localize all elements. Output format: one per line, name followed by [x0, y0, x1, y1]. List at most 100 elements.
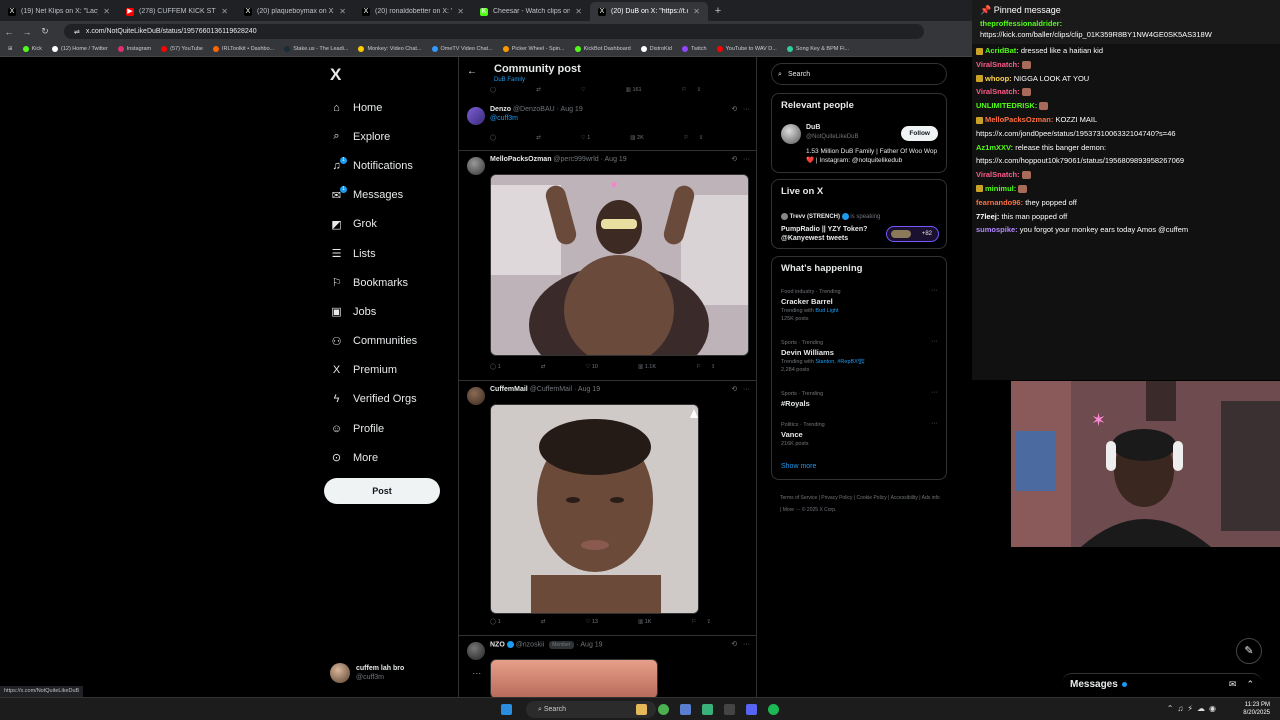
nav-item-explore[interactable]: ⌕ Explore — [330, 122, 417, 151]
forward-arrow-icon[interactable]: → — [18, 27, 36, 37]
windows-start-icon[interactable] — [501, 704, 512, 715]
chat-username[interactable]: minimul: — [985, 184, 1016, 193]
discord-icon[interactable] — [746, 704, 757, 715]
repost-icon[interactable]: ⇄ — [541, 364, 546, 370]
browser-tab[interactable]: K Cheesar - Watch clips on Kick ✕ — [472, 2, 590, 21]
post-item[interactable]: Denzo @DenzoBAU · Aug 19 ⟲ ··· @cuff3m ◯… — [459, 101, 756, 151]
chat-username[interactable]: Az1mXXV: — [976, 143, 1013, 152]
live-listeners[interactable]: +82 — [886, 226, 939, 242]
chrome-icon[interactable] — [658, 704, 669, 715]
post-button[interactable]: Post — [324, 478, 440, 504]
post-item[interactable]: NZO @nzoskii Member · Aug 19 ⟲ ··· — [459, 636, 756, 697]
browser-tab[interactable]: X (20) plaqueboymax on X: "I'M ✕ — [236, 2, 354, 21]
share-icon[interactable]: ⇪ — [706, 619, 711, 625]
chat-username[interactable]: MelloPacksOzman: — [985, 115, 1053, 124]
close-icon[interactable]: ✕ — [457, 7, 464, 16]
bookmark-item[interactable]: Song Key & BPM Fi... — [786, 46, 849, 52]
chat-username[interactable]: sumospike: — [976, 225, 1018, 234]
reload-icon[interactable]: ↻ — [36, 26, 54, 37]
close-icon[interactable]: ✕ — [103, 7, 110, 16]
compose-message-icon[interactable]: ✎ — [1236, 638, 1262, 664]
nav-item-messages[interactable]: ✉ 1 Messages — [330, 181, 417, 210]
post-more-icon[interactable]: ⟲ ··· — [731, 105, 750, 113]
apps-grid-icon[interactable]: ⊞ — [8, 46, 13, 52]
nav-item-verified-orgs[interactable]: ϟ Verified Orgs — [330, 385, 417, 414]
chat-username[interactable]: fearnando96: — [976, 198, 1023, 207]
nav-item-communities[interactable]: ⚇ Communities — [330, 327, 418, 356]
bookmark-icon[interactable]: ⚐ — [696, 364, 701, 370]
nav-item-home[interactable]: ⌂ Home — [330, 93, 417, 122]
bookmark-item[interactable]: Instagram — [117, 46, 151, 52]
show-more-link[interactable]: Show more — [781, 463, 816, 470]
post-video[interactable]: ✶ — [490, 174, 749, 356]
compose-icon[interactable]: ✉ — [1229, 679, 1237, 690]
close-icon[interactable]: ✕ — [575, 7, 582, 16]
like-icon[interactable]: ♡ 10 — [585, 364, 598, 370]
bookmark-item[interactable]: DistroKid — [640, 46, 672, 52]
back-arrow-icon[interactable]: ← — [0, 27, 18, 37]
bookmark-item[interactable]: Monkey: Video Chat... — [358, 46, 422, 52]
messages-drawer[interactable]: Messages ✉ ⌃ — [1062, 673, 1262, 695]
nav-item-lists[interactable]: ☰ Lists — [330, 239, 417, 268]
app-icon[interactable] — [702, 704, 713, 715]
person-name[interactable]: DuB — [806, 124, 820, 131]
post-image[interactable] — [490, 659, 658, 697]
file-explorer-icon[interactable] — [636, 704, 647, 715]
views-icon[interactable]: ▥ 1K — [638, 619, 651, 625]
post-image[interactable] — [490, 404, 699, 614]
trend-item[interactable]: Politics · Trending Vance 216K posts — [781, 422, 825, 447]
browser-tab[interactable]: ▶ (278) CUFFEM KICK STREAM 8/ ✕ — [118, 2, 236, 21]
post-text[interactable]: @cuff3m — [490, 115, 518, 122]
close-icon[interactable]: ✕ — [221, 7, 228, 16]
reply-icon[interactable]: ◯ — [490, 135, 496, 141]
reply-icon[interactable]: ◯ 1 — [490, 364, 501, 370]
follow-button[interactable]: Follow — [901, 126, 938, 141]
bookmark-item[interactable]: Picker Wheel - Spin... — [502, 46, 565, 52]
post-item[interactable]: MelloPacksOzman @perc999wrld · Aug 19 ⟲ … — [459, 151, 756, 381]
post-more-icon[interactable]: ⟲ ··· — [731, 155, 750, 163]
more-dots-icon[interactable]: ··· — [931, 389, 938, 396]
bookmark-item[interactable]: IRLToolkit • Dashbo... — [212, 46, 274, 52]
trend-item[interactable]: Sports · Trending #Royals — [781, 391, 823, 408]
avatar[interactable] — [781, 124, 801, 144]
back-arrow-icon[interactable]: ← — [467, 66, 477, 77]
nav-item-profile[interactable]: ☺ Profile — [330, 414, 417, 443]
browser-tab[interactable]: X (19) Net Klips on X: "Lacy's girl ✕ — [0, 2, 118, 21]
x-logo[interactable]: X — [330, 65, 341, 85]
bookmark-item[interactable]: OmeTV Video Chat... — [431, 46, 493, 52]
bookmark-icon[interactable]: ⚐ — [691, 619, 696, 625]
chat-username[interactable]: whoop: — [985, 74, 1012, 83]
browser-tab[interactable]: X (20) DuB on X: "https://t.co/Ri ✕ — [590, 2, 708, 21]
chat-username[interactable]: 77leej: — [976, 212, 999, 221]
chat-username[interactable]: ViralSnatch: — [976, 60, 1020, 69]
bookmark-item[interactable]: Twitch — [681, 46, 707, 52]
search-input[interactable]: ⌕ Search — [771, 63, 947, 85]
reply-icon[interactable]: ◯ — [490, 87, 496, 93]
browser-tab[interactable]: X (20) ronaldobetter on X: "@cuff ✕ — [354, 2, 472, 21]
community-name[interactable]: DuB Family — [494, 77, 525, 83]
app-icon[interactable] — [724, 704, 735, 715]
close-icon[interactable]: ✕ — [693, 7, 700, 16]
repost-icon[interactable]: ⇄ — [536, 87, 541, 93]
spotify-icon[interactable] — [768, 704, 779, 715]
bookmark-item[interactable]: Kick — [22, 46, 42, 52]
bookmark-item[interactable]: (12) Home / Twitter — [52, 46, 108, 52]
live-space-title[interactable]: PumpRadio || YZY Token? @Kanyewest tweet… — [781, 225, 881, 243]
bookmark-item[interactable]: (57) YouTube — [161, 46, 203, 52]
views-icon[interactable]: ▥ 161 — [626, 87, 642, 93]
share-icon[interactable]: ⇪ — [711, 364, 716, 370]
chat-username[interactable]: UNLIMITEDRISK: — [976, 101, 1037, 110]
more-dots-icon[interactable]: ··· — [931, 287, 938, 294]
url-field[interactable]: ⇌ x.com/NotQuiteLikeDuB/status/195766013… — [64, 24, 924, 39]
close-icon[interactable]: ✕ — [339, 7, 346, 16]
trend-item[interactable]: Food industry · Trending Cracker Barrel … — [781, 289, 841, 322]
system-tray[interactable]: ⌃♫⚡☁◉ — [1167, 704, 1220, 713]
more-dots-icon[interactable]: ··· — [931, 420, 938, 427]
like-icon[interactable]: ♡ 1 — [581, 135, 591, 141]
post-more-icon[interactable]: ⟲ ··· — [731, 640, 750, 648]
more-dots-icon[interactable]: ··· — [931, 338, 938, 345]
share-icon[interactable]: ⇪ — [697, 87, 702, 93]
clock[interactable]: 11:23 PM 8/20/2025 — [1243, 701, 1270, 717]
bookmark-item[interactable]: YouTube to WAV D... — [716, 46, 777, 52]
nav-item-notifications[interactable]: ♫ 1 Notifications — [330, 151, 417, 180]
